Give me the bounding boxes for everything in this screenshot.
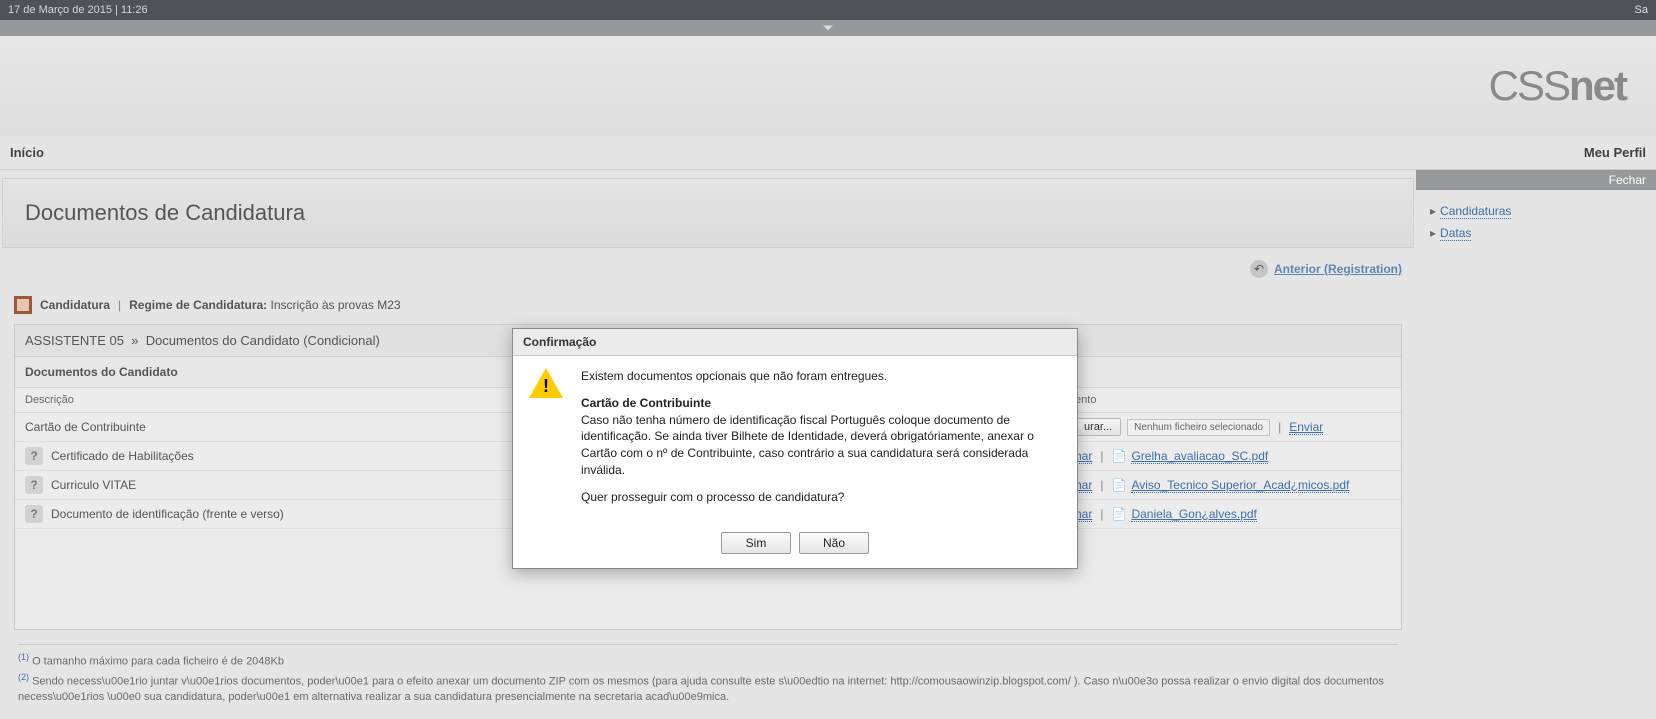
attached-file-link[interactable]: Daniela_Gon¿alves.pdf <box>1131 507 1256 522</box>
breadcrumb: Candidatura | Regime de Candidatura: Ins… <box>14 290 1402 320</box>
row-desc: Curriculo VITAE <box>51 478 136 492</box>
dialog-title: Confirmação <box>513 329 1077 356</box>
chevron-right-icon: ▸ <box>1430 226 1436 240</box>
side-links: ▸ Candidaturas ▸ Datas <box>1416 190 1656 254</box>
row-desc: Cartão de Contribuinte <box>25 420 146 434</box>
pipe: | <box>1100 507 1103 521</box>
top-bar: 17 de Março de 2015 | 11:26 Sa <box>0 0 1656 20</box>
sidebar-item-datas[interactable]: ▸ Datas <box>1430 222 1642 244</box>
chevron-right-icon: ▸ <box>1430 204 1436 218</box>
logo-part2: net <box>1569 62 1626 109</box>
nav-home[interactable]: Início <box>10 145 44 160</box>
pipe: | <box>1278 420 1281 434</box>
warning-icon <box>529 368 563 398</box>
back-arrow-icon[interactable]: ↶ <box>1250 260 1268 278</box>
col-doc: ento <box>1075 394 1391 406</box>
dialog-p1: Existem documentos opcionais que não for… <box>581 368 1061 385</box>
help-icon[interactable]: ? <box>25 447 43 465</box>
panel-expander[interactable] <box>0 20 1656 36</box>
datetime-label: 17 de Março de 2015 | 11:26 <box>8 0 148 20</box>
footnote1-text: O tamanho máximo para cada ficheiro é de… <box>32 656 284 668</box>
footnotes: (1) O tamanho máximo para cada ficheiro … <box>18 644 1398 706</box>
sidebar-link[interactable]: Datas <box>1440 226 1471 241</box>
pipe: | <box>1100 449 1103 463</box>
no-button[interactable]: Não <box>799 532 869 554</box>
send-link[interactable]: Enviar <box>1289 420 1323 435</box>
breadcrumb-sep: | <box>118 298 121 312</box>
pipe: | <box>1100 478 1103 492</box>
side-column: Fechar ▸ Candidaturas ▸ Datas <box>1416 170 1656 719</box>
confirm-dialog: Confirmação Existem documentos opcionais… <box>512 328 1078 569</box>
help-icon[interactable]: ? <box>25 476 43 494</box>
dialog-text: Existem documentos opcionais que não for… <box>581 368 1061 516</box>
browse-button[interactable]: urar... <box>1075 418 1121 436</box>
head-prefix: ASSISTENTE 05 <box>25 333 124 348</box>
page-title: Documentos de Candidatura <box>2 178 1414 248</box>
nav-row: Início Meu Perfil <box>0 136 1656 170</box>
row-desc: Certificado de Habilitações <box>51 449 194 463</box>
topbar-right-text: Sa <box>1635 0 1648 20</box>
footnote2-sup: (2) <box>18 672 29 682</box>
anterior-link[interactable]: Anterior (Registration) <box>1274 262 1402 276</box>
yes-button[interactable]: Sim <box>721 532 791 554</box>
head-suffix: Documentos do Candidato (Condicional) <box>146 333 380 348</box>
footnote1-sup: (1) <box>18 652 29 662</box>
regime-value: Inscrição às provas M23 <box>271 298 401 312</box>
help-icon[interactable]: ? <box>25 505 43 523</box>
row-desc: Documento de identificação (frente e ver… <box>51 507 284 521</box>
close-panel-bar[interactable]: Fechar <box>1416 170 1656 190</box>
file-none-label: Nenhum ficheiro selecionado <box>1127 419 1270 436</box>
attached-file-link[interactable]: Aviso_Tecnico Superior_Acad¿micos.pdf <box>1131 478 1349 493</box>
pdf-icon <box>1111 449 1125 463</box>
sidebar-item-candidaturas[interactable]: ▸ Candidaturas <box>1430 200 1642 222</box>
regime-label-text: Regime de Candidatura: <box>129 298 267 312</box>
nav-profile[interactable]: Meu Perfil <box>1584 145 1646 160</box>
dialog-heading: Cartão de Contribuinte <box>581 396 711 410</box>
document-icon <box>14 296 32 314</box>
dialog-p2: Caso não tenha número de identificação f… <box>581 413 1034 477</box>
sidebar-link[interactable]: Candidaturas <box>1440 204 1511 219</box>
footnote2-text: Sendo necess\u00e1rio juntar v\u00e1rios… <box>18 675 1384 703</box>
logo-part1: CSS <box>1489 62 1569 109</box>
anterior-row: ↶ Anterior (Registration) <box>2 254 1414 284</box>
pdf-icon <box>1111 507 1125 521</box>
regime-label: Regime de Candidatura: Inscrição às prov… <box>129 298 400 312</box>
attached-file-link[interactable]: Grelha_avaliacao_SC.pdf <box>1131 449 1268 464</box>
pdf-icon <box>1111 478 1125 492</box>
breadcrumb-root: Candidatura <box>40 298 110 312</box>
logo: CSSnet <box>1489 62 1626 110</box>
head-sep: » <box>131 333 138 348</box>
dialog-actions: Sim Não <box>513 532 1077 568</box>
header-band: CSSnet <box>0 36 1656 136</box>
dialog-p3: Quer prosseguir com o processo de candid… <box>581 489 1061 506</box>
